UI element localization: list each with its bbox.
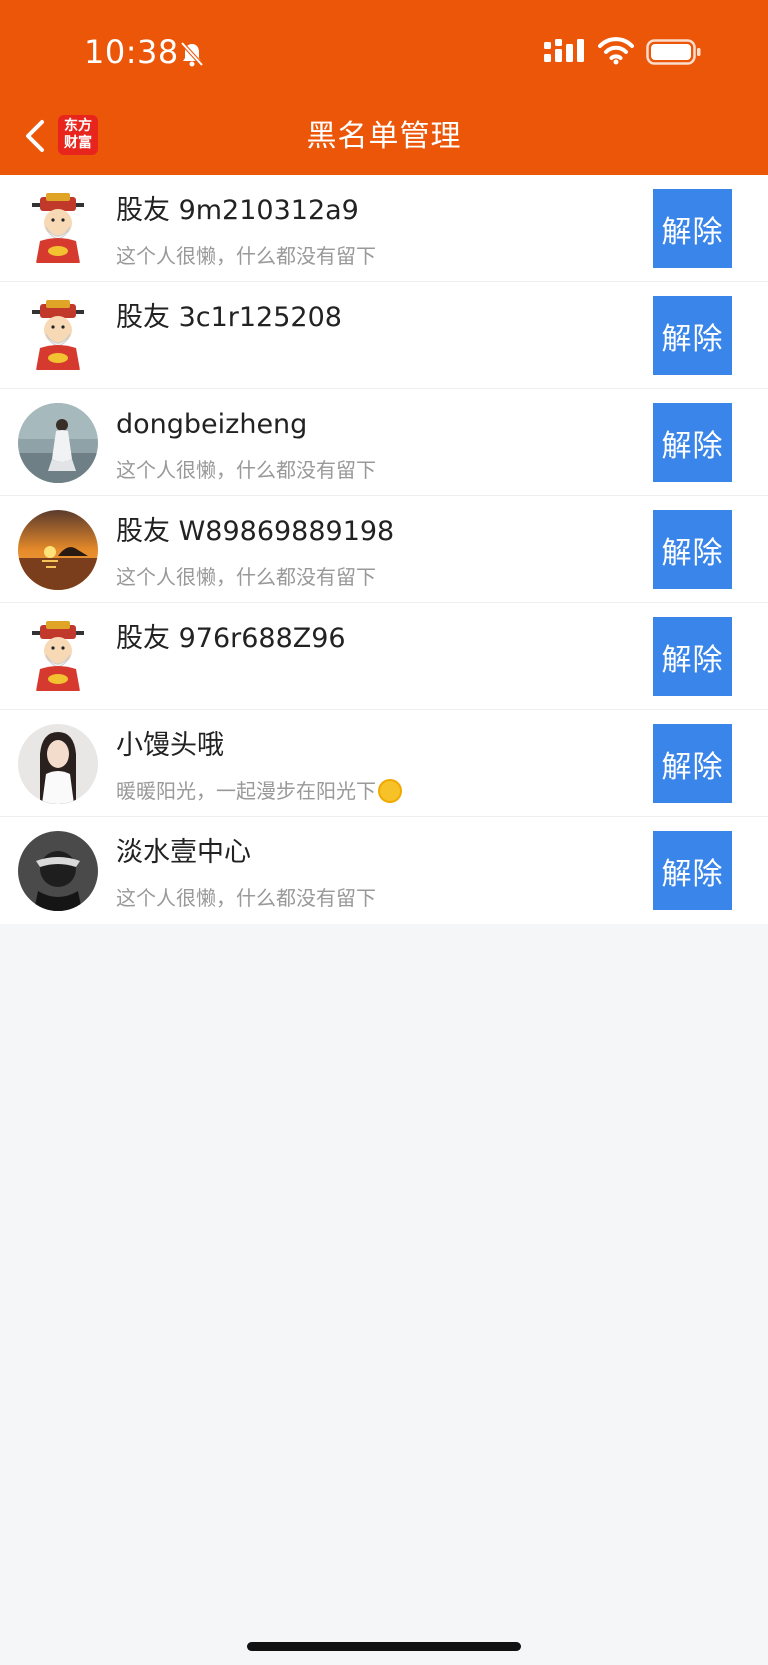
unblock-button[interactable]: 解除: [653, 617, 732, 696]
page-title: 黑名单管理: [306, 119, 462, 154]
avatar[interactable]: [18, 510, 98, 590]
user-name: 股友 3c1r125208: [116, 302, 342, 333]
list-item[interactable]: dongbeizheng 这个人很懒，什么都没有留下 解除: [0, 389, 768, 496]
unblock-button[interactable]: 解除: [653, 510, 732, 589]
header: 10:38 东方 财富 黑名单管理: [0, 0, 768, 175]
user-name: 股友 W89869889198: [116, 516, 395, 547]
list-item[interactable]: 淡水壹中心 这个人很懒，什么都没有留下 解除: [0, 817, 768, 924]
unblock-button[interactable]: 解除: [653, 296, 732, 375]
nav-bar: 东方 财富 黑名单管理: [0, 100, 768, 175]
user-name: dongbeizheng: [116, 409, 308, 440]
unblock-button[interactable]: 解除: [653, 189, 732, 268]
list-item[interactable]: 股友 9m210312a9 这个人很懒，什么都没有留下 解除: [0, 175, 768, 282]
user-signature: 暖暖阳光，一起漫步在阳光下: [116, 778, 402, 804]
avatar[interactable]: [18, 831, 98, 911]
sun-emoji-icon: [378, 779, 402, 803]
list-item[interactable]: 小馒头哦 暖暖阳光，一起漫步在阳光下 解除: [0, 710, 768, 817]
user-name: 淡水壹中心: [116, 837, 251, 868]
user-signature: 这个人很懒，什么都没有留下: [116, 244, 376, 268]
battery-icon: [646, 39, 701, 65]
user-signature: 这个人很懒，什么都没有留下: [116, 458, 376, 482]
avatar[interactable]: [18, 296, 98, 376]
signal-icon: [544, 39, 584, 62]
user-name: 股友 9m210312a9: [116, 195, 359, 226]
list-item[interactable]: 股友 976r688Z96 解除: [0, 603, 768, 710]
user-name: 股友 976r688Z96: [116, 623, 346, 654]
status-time: 10:38: [84, 33, 179, 71]
user-name: 小馒头哦: [116, 730, 224, 761]
wifi-icon: [598, 37, 634, 65]
avatar[interactable]: [18, 617, 98, 697]
unblock-button[interactable]: 解除: [653, 724, 732, 803]
avatar[interactable]: [18, 403, 98, 483]
blocked-user-list: 股友 9m210312a9 这个人很懒，什么都没有留下 解除 股友 3c1r12…: [0, 175, 768, 924]
list-item[interactable]: 股友 3c1r125208 解除: [0, 282, 768, 389]
user-signature: 这个人很懒，什么都没有留下: [116, 565, 376, 589]
home-indicator[interactable]: [247, 1642, 521, 1651]
list-item[interactable]: 股友 W89869889198 这个人很懒，什么都没有留下 解除: [0, 496, 768, 603]
bell-muted-icon: [180, 41, 204, 67]
user-signature: 这个人很懒，什么都没有留下: [116, 886, 376, 910]
unblock-button[interactable]: 解除: [653, 831, 732, 910]
status-bar: 10:38: [0, 0, 768, 100]
avatar[interactable]: [18, 189, 98, 269]
unblock-button[interactable]: 解除: [653, 403, 732, 482]
avatar[interactable]: [18, 724, 98, 804]
